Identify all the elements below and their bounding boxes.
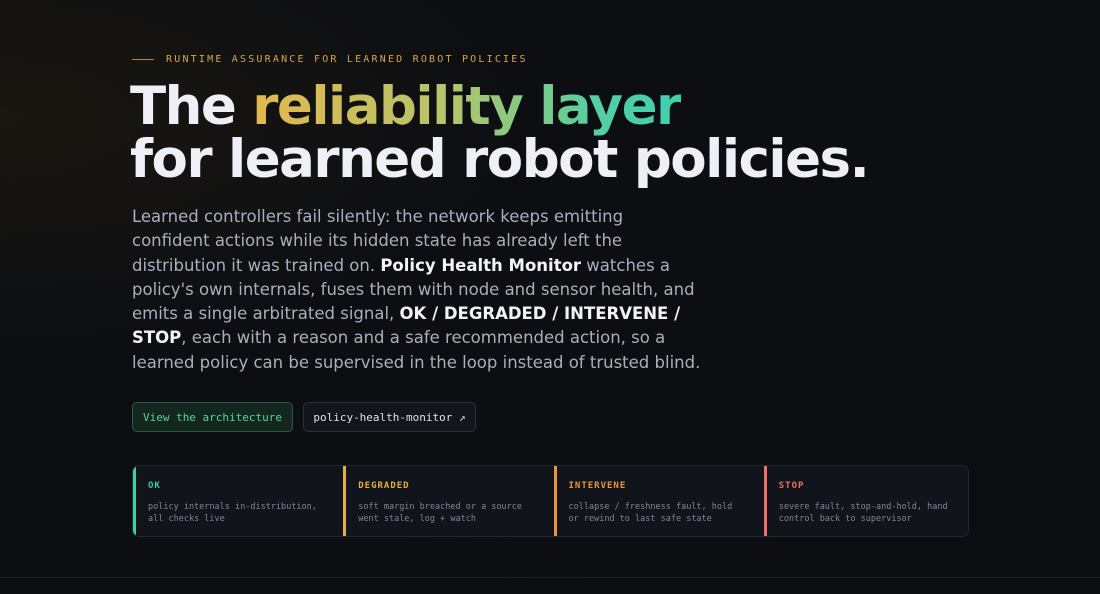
state-description: severe fault, stop-and-hold, hand contro… [778,502,948,524]
state-legend: OK policy internals in-distribution, all… [132,465,969,537]
state-title: DEGRADED [358,481,410,491]
hero-title: The reliability layer for learned robot … [130,80,870,186]
state-description: policy internals in-distribution, all ch… [148,502,317,524]
state-title: OK [148,481,161,491]
hero-lead: Learned controllers fail silently: the n… [132,205,702,375]
state-title: STOP [778,481,805,491]
state-description: collapse / freshness fault, hold or rewi… [568,502,733,524]
eyebrow-rule [132,59,154,60]
state-stop: STOP severe fault, stop-and-hold, hand c… [763,466,968,536]
view-architecture-button[interactable]: View the architecture [132,402,293,432]
section-divider [0,577,1100,578]
state-intervene: INTERVENE collapse / freshness fault, ho… [553,466,758,536]
hero-title-highlight: reliability layer [252,76,682,137]
eyebrow-text: RUNTIME ASSURANCE FOR LEARNED ROBOT POLI… [166,54,528,65]
lead-part-3: , each with a reason and a safe recommen… [132,328,701,372]
state-title: INTERVENE [568,481,627,491]
state-description: soft margin breached or a source went st… [358,502,523,524]
eyebrow: RUNTIME ASSURANCE FOR LEARNED ROBOT POLI… [132,54,528,65]
repo-link-button[interactable]: policy-health-monitor ↗ [303,402,476,432]
lead-product-name: Policy Health Monitor [380,255,582,275]
hero-title-pre: The [130,76,253,137]
state-ok: OK policy internals in-distribution, all… [133,466,337,536]
state-degraded: DEGRADED soft margin breached or a sourc… [343,466,547,536]
hero-title-line2: for learned robot policies. [130,129,870,190]
